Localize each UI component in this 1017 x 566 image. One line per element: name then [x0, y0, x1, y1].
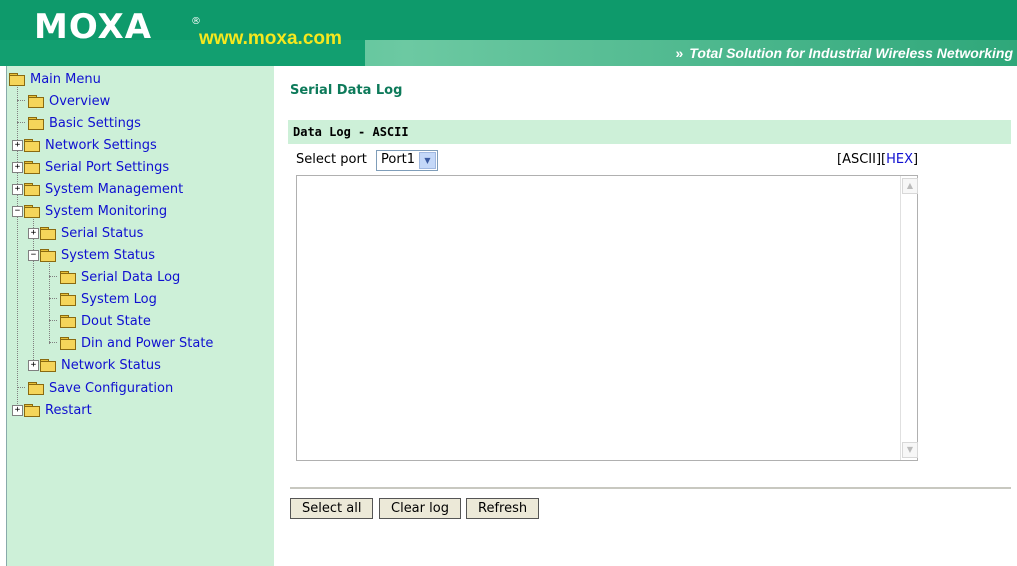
- hex-link[interactable]: HEX: [886, 152, 913, 167]
- tree-line: [17, 84, 18, 414]
- refresh-button[interactable]: Refresh: [466, 498, 540, 519]
- tagline: » Total Solution for Industrial Wireless …: [675, 45, 1013, 61]
- sidebar-item-overview[interactable]: Overview: [17, 91, 110, 111]
- expand-icon[interactable]: +: [28, 359, 39, 371]
- folder-icon: [28, 95, 44, 108]
- sidebar-item-system-status[interactable]: − System Status: [28, 245, 155, 265]
- collapse-icon[interactable]: −: [28, 249, 39, 261]
- sidebar-item-system-management[interactable]: + System Management: [12, 179, 183, 199]
- tree-item-label: Save Configuration: [49, 380, 174, 396]
- format-switch: [ASCII][HEX]: [837, 152, 918, 167]
- sidebar-item-system-log[interactable]: System Log: [49, 289, 157, 309]
- tree-item-label: Basic Settings: [49, 115, 141, 131]
- folder-icon: [28, 117, 44, 130]
- folder-icon: [40, 359, 56, 372]
- folder-icon: [28, 382, 44, 395]
- registered-mark: ®: [191, 16, 201, 27]
- folder-icon: [60, 315, 76, 328]
- section-header: Data Log - ASCII: [288, 120, 1011, 144]
- scroll-up-icon[interactable]: ▲: [902, 178, 918, 194]
- sidebar-item-din-power-state[interactable]: Din and Power State: [49, 333, 213, 353]
- log-scrollbar[interactable]: ▲ ▼: [900, 176, 918, 460]
- moxa-logo: MOXA: [34, 7, 153, 47]
- port-select-value: Port1: [381, 152, 416, 167]
- page-title: Serial Data Log: [290, 83, 403, 98]
- tree-item-label: System Status: [61, 247, 156, 263]
- moxa-url: www.moxa.com: [199, 28, 342, 49]
- scroll-down-icon[interactable]: ▼: [902, 442, 918, 458]
- tree-item-label: System Monitoring: [45, 203, 168, 219]
- tagline-text: Total Solution for Industrial Wireless N…: [689, 45, 1013, 61]
- tree-item-label: Overview: [49, 93, 111, 109]
- expand-icon[interactable]: +: [28, 227, 39, 239]
- expand-icon[interactable]: +: [12, 161, 23, 173]
- tree-root-main-menu[interactable]: Main Menu: [9, 69, 101, 89]
- tree-item-label: System Log: [81, 291, 157, 307]
- folder-icon: [24, 404, 40, 417]
- main-content: Serial Data Log Data Log - ASCII Select …: [273, 66, 1017, 566]
- divider: [290, 487, 1011, 489]
- expand-icon[interactable]: +: [12, 183, 23, 195]
- sidebar-item-basic-settings[interactable]: Basic Settings: [17, 113, 141, 133]
- port-select[interactable]: Port1 ▼: [376, 150, 438, 171]
- clear-log-button[interactable]: Clear log: [379, 498, 461, 519]
- log-textarea[interactable]: ▲ ▼: [296, 175, 918, 461]
- sidebar-item-network-status[interactable]: + Network Status: [28, 355, 161, 375]
- folder-icon: [24, 139, 40, 152]
- section-title: Data Log - ASCII: [293, 125, 409, 139]
- open-folder-icon: [40, 249, 56, 262]
- sidebar-item-restart[interactable]: + Restart: [12, 400, 92, 420]
- tree-item-label: Network Status: [61, 357, 161, 373]
- folder-icon: [60, 337, 76, 350]
- sidebar-item-serial-port-settings[interactable]: + Serial Port Settings: [12, 157, 169, 177]
- header-banner: MOXA ® www.moxa.com » Total Solution for …: [0, 0, 1017, 66]
- sidebar-item-serial-data-log[interactable]: Serial Data Log: [49, 267, 180, 287]
- folder-icon: [40, 227, 56, 240]
- tree-item-label: Dout State: [81, 313, 151, 329]
- double-chevron-icon: »: [675, 45, 684, 61]
- tree-item-label: Din and Power State: [81, 335, 214, 351]
- sidebar-item-network-settings[interactable]: + Network Settings: [12, 135, 157, 155]
- select-all-button[interactable]: Select all: [290, 498, 374, 519]
- folder-icon: [24, 183, 40, 196]
- expand-icon[interactable]: +: [12, 139, 23, 151]
- ascii-label: [ASCII][: [837, 152, 887, 167]
- sidebar-item-serial-status[interactable]: + Serial Status: [28, 223, 143, 243]
- tree-item-label: Serial Port Settings: [45, 159, 170, 175]
- folder-icon: [24, 161, 40, 174]
- folder-icon: [60, 271, 76, 284]
- sidebar-item-system-monitoring[interactable]: − System Monitoring: [12, 201, 167, 221]
- tree-item-label: System Management: [45, 181, 184, 197]
- collapse-icon[interactable]: −: [12, 205, 23, 217]
- sidebar-item-dout-state[interactable]: Dout State: [49, 311, 151, 331]
- sidebar-tree: Main Menu Overview Basic Settings + Netw…: [6, 66, 274, 566]
- tree-item-label: Main Menu: [30, 71, 101, 87]
- chevron-down-icon[interactable]: ▼: [419, 152, 436, 169]
- format-close: ]: [913, 152, 919, 167]
- folder-icon: [60, 293, 76, 306]
- select-port-label: Select port: [296, 152, 367, 167]
- tree-item-label: Network Settings: [45, 137, 157, 153]
- open-folder-icon: [24, 205, 40, 218]
- open-folder-icon: [9, 73, 25, 86]
- tree-item-label: Restart: [45, 402, 92, 418]
- tree-item-label: Serial Status: [61, 225, 144, 241]
- sidebar-item-save-configuration[interactable]: Save Configuration: [17, 378, 173, 398]
- tree-item-label: Serial Data Log: [81, 269, 181, 285]
- expand-icon[interactable]: +: [12, 404, 23, 416]
